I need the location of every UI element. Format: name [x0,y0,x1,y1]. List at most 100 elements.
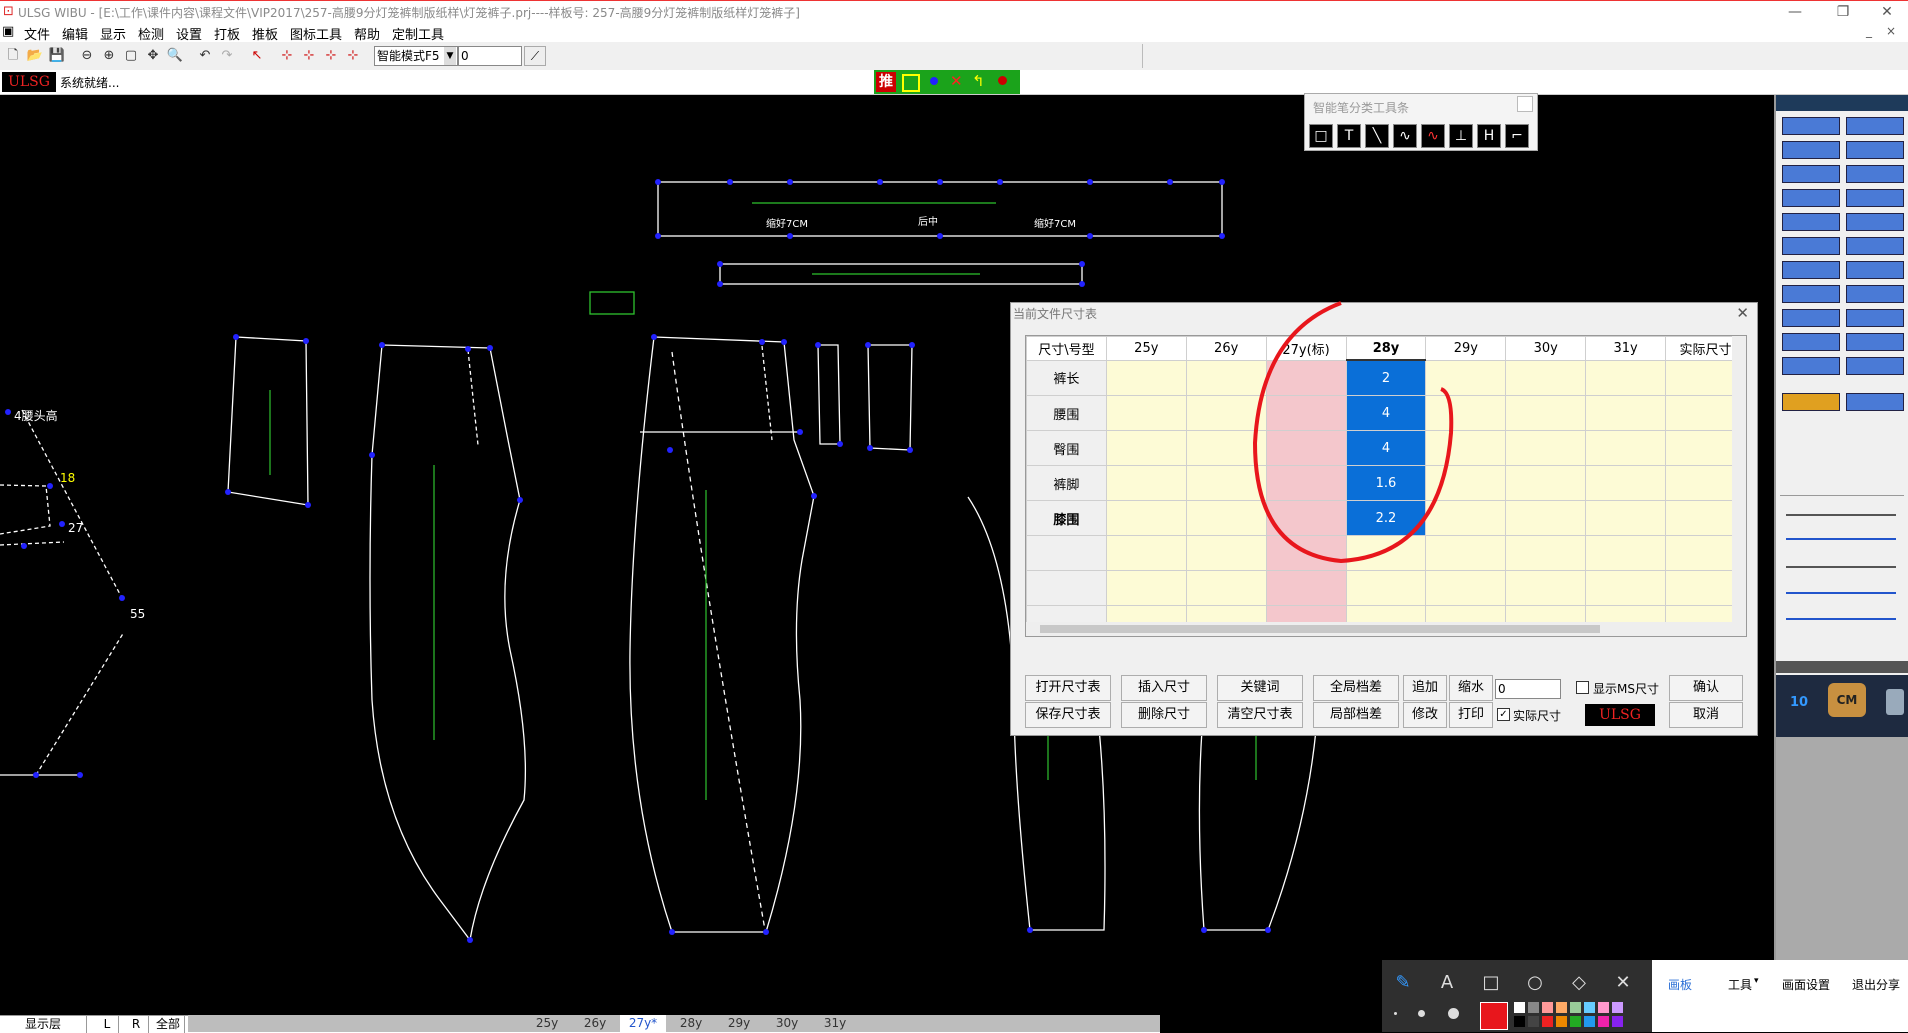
table-cell[interactable] [1585,359,1667,396]
table-cell[interactable] [1505,395,1587,431]
frame-icon[interactable] [902,74,920,92]
rect-tool-icon[interactable]: □ [1309,124,1333,148]
fit-view-icon[interactable]: ▢ [122,47,140,65]
size-medium-icon[interactable] [1418,1010,1425,1017]
circle-icon[interactable]: ○ [1522,970,1548,996]
table-cell[interactable] [1505,535,1587,571]
mdi-minimize-button[interactable]: _ [1866,24,1872,38]
menu-pattern[interactable]: 打板 [214,24,240,43]
insert-size-button[interactable]: 插入尺寸 [1121,675,1207,701]
col-header[interactable]: 尺寸\号型 [1026,336,1107,361]
row-label[interactable]: 膝围 [1026,500,1107,536]
cm-button[interactable]: CM [1828,683,1866,717]
undo-icon[interactable]: ↶ [196,47,214,65]
open-size-table-button[interactable]: 打开尺寸表 [1025,675,1111,701]
row-label[interactable]: 臀围 [1026,430,1107,466]
far-right-piece[interactable] [1198,729,1317,931]
menu-screen-settings[interactable]: 画面设置 [1782,976,1830,993]
calculator-icon[interactable] [1886,689,1904,715]
text-tool-icon[interactable]: T [1337,124,1361,148]
tool-16-icon[interactable] [1846,285,1904,303]
tool-12-icon[interactable] [1846,237,1904,255]
point-tool-3-icon[interactable]: ⊹ [322,47,340,65]
clear-size-table-button[interactable]: 清空尺寸表 [1217,702,1303,728]
mode-value-input[interactable]: 0 [458,46,522,66]
close-annotation-icon[interactable]: ✕ [1610,970,1636,996]
table-cell[interactable] [1105,500,1187,536]
shrink-button[interactable]: 缩水 [1449,675,1493,701]
curve-tool-icon[interactable]: ∿ [1393,124,1417,148]
small-piece[interactable] [589,291,635,315]
stop-icon[interactable] [998,76,1007,85]
size-tab[interactable]: 30y [764,1015,810,1032]
tool-23-icon[interactable] [1782,393,1840,411]
size-tab[interactable]: 29y [716,1015,762,1032]
tool-8-icon[interactable] [1846,189,1904,207]
tool-6-icon[interactable] [1846,165,1904,183]
text-icon[interactable]: A [1434,970,1460,996]
size-tab-active[interactable]: 27y* [620,1015,666,1032]
cancel-button[interactable]: 取消 [1669,702,1743,728]
tool-14-icon[interactable] [1846,261,1904,279]
row-label[interactable] [1026,570,1107,606]
open-folder-icon[interactable]: 📂 [26,47,44,65]
dialog-close-button[interactable]: ✕ [1736,304,1749,322]
modify-button[interactable]: 修改 [1403,702,1447,728]
scrollbar-thumb[interactable] [1040,625,1600,633]
tool-15-icon[interactable] [1782,285,1840,303]
row-label[interactable]: 裤长 [1026,359,1107,396]
menu-custom-tools[interactable]: 定制工具 [392,24,444,43]
table-cell[interactable] [1505,570,1587,606]
pan-icon[interactable]: ✥ [144,47,162,65]
tool-21-icon[interactable] [1782,357,1840,375]
left-button[interactable]: L [96,1016,119,1033]
tool-7-icon[interactable] [1782,189,1840,207]
color-palette[interactable] [1514,1002,1634,1028]
table-cell[interactable] [1585,500,1667,536]
table-cell[interactable] [1105,359,1187,396]
show-ms-checkbox[interactable] [1576,681,1589,694]
strip-piece-2[interactable] [867,344,913,451]
tool-2-icon[interactable] [1846,117,1904,135]
rectangle-icon[interactable]: □ [1478,970,1504,996]
zoom-out-icon[interactable]: ⊖ [78,47,96,65]
display-layer-button[interactable]: 显示层 [0,1016,87,1033]
point-icon[interactable] [930,77,938,85]
corner-tool-icon[interactable]: ⌐ [1505,124,1529,148]
table-cell[interactable] [1585,535,1667,571]
back-trouser-piece[interactable] [629,336,815,933]
tool-22-icon[interactable] [1846,357,1904,375]
size-tab[interactable]: 31y [812,1015,858,1032]
keyword-button[interactable]: 关键词 [1217,675,1303,701]
tool-18-icon[interactable] [1846,309,1904,327]
close-button[interactable]: ✕ [1872,3,1902,21]
menu-view[interactable]: 显示 [100,24,126,43]
tool-24-icon[interactable] [1846,393,1904,411]
table-cell[interactable] [1585,570,1667,606]
right-button[interactable]: R [124,1016,149,1033]
table-cell[interactable] [1105,395,1187,431]
table-cell[interactable] [1505,430,1587,466]
mdi-close-button[interactable]: × [1886,24,1896,38]
menu-grade[interactable]: 推板 [252,24,278,43]
table-cell[interactable] [1585,430,1667,466]
front-trouser-piece[interactable] [369,344,527,942]
menu-exit-share[interactable]: 退出分享 [1852,976,1900,993]
table-cell[interactable] [1585,465,1667,501]
table-cell[interactable] [1505,465,1587,501]
point-tool-4-icon[interactable]: ⊹ [344,47,362,65]
size-tab[interactable]: 28y [668,1015,714,1032]
ruler-tools[interactable] [1780,495,1904,646]
row-label[interactable]: 腰围 [1026,395,1107,431]
grade-button[interactable]: 推 [876,72,896,92]
save-icon[interactable]: 💾 [48,47,66,65]
horizontal-scrollbar[interactable] [1026,622,1746,636]
zoom-in-icon[interactable]: ⊕ [100,47,118,65]
global-grade-button[interactable]: 全局档差 [1313,675,1399,701]
table-cell[interactable] [1105,465,1187,501]
redo-icon[interactable]: ↷ [218,47,236,65]
line-tool-icon[interactable]: ╲ [1365,124,1389,148]
new-file-icon[interactable]: 🗋 [4,47,22,65]
menu-edit[interactable]: 编辑 [62,24,88,43]
menu-icon-tools[interactable]: 图标工具 [290,24,342,43]
